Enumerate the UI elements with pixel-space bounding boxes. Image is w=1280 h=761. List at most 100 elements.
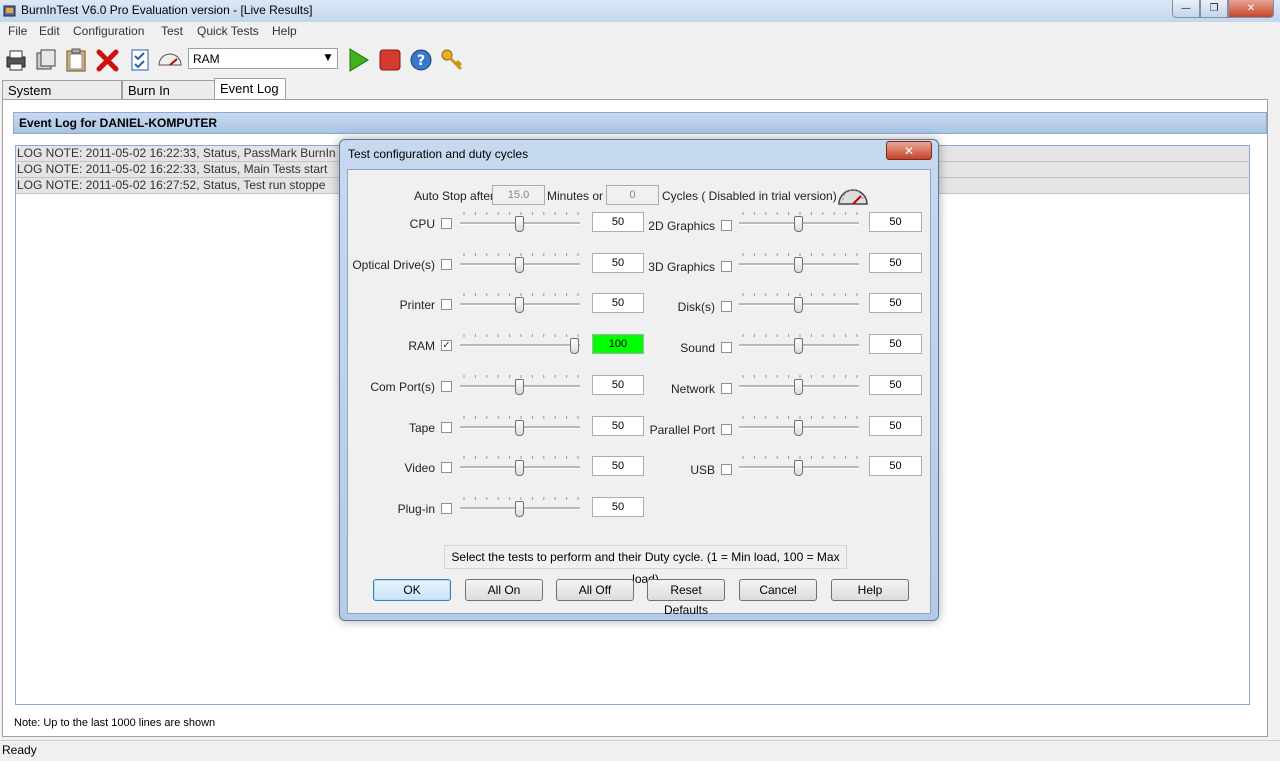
checkbox-optical-drive-s[interactable] bbox=[441, 259, 452, 270]
slider-thumb[interactable] bbox=[794, 216, 803, 232]
ok-button[interactable]: OK bbox=[373, 579, 451, 601]
status-bar: Ready bbox=[0, 740, 1280, 761]
slider-thumb[interactable] bbox=[515, 257, 524, 273]
duty-input-com-port-s[interactable]: 50 bbox=[592, 375, 644, 395]
slider-thumb[interactable] bbox=[570, 338, 579, 354]
slider-thumb[interactable] bbox=[515, 297, 524, 313]
duty-slider-disk-s[interactable] bbox=[739, 293, 861, 315]
menu-test[interactable]: Test bbox=[161, 24, 183, 38]
reset-defaults-button[interactable]: Reset Defaults bbox=[647, 579, 725, 617]
slider-thumb[interactable] bbox=[515, 216, 524, 232]
minimize-button[interactable]: — bbox=[1172, 0, 1200, 18]
menu-file[interactable]: File bbox=[8, 24, 27, 38]
menu-bar: File Edit Configuration Test Quick Tests… bbox=[0, 22, 1280, 41]
delete-x-icon[interactable] bbox=[95, 47, 121, 73]
checkbox-2d-graphics[interactable] bbox=[721, 220, 732, 231]
checkbox-sound[interactable] bbox=[721, 342, 732, 353]
duty-slider-com-port-s[interactable] bbox=[460, 375, 582, 397]
app-icon bbox=[3, 5, 16, 17]
duty-slider-printer[interactable] bbox=[460, 293, 582, 315]
test-label-com-port-s: Com Port(s) bbox=[370, 380, 435, 394]
checkbox-printer[interactable] bbox=[441, 299, 452, 310]
maximize-button[interactable]: ❐ bbox=[1200, 0, 1228, 18]
play-icon[interactable] bbox=[345, 47, 371, 73]
duty-input-plug-in[interactable]: 50 bbox=[592, 497, 644, 517]
duty-slider-2d-graphics[interactable] bbox=[739, 212, 861, 234]
copy-icon[interactable] bbox=[33, 47, 59, 73]
duty-slider-3d-graphics[interactable] bbox=[739, 253, 861, 275]
tab-event-log[interactable]: Event Log bbox=[214, 78, 286, 100]
duty-input-tape[interactable]: 50 bbox=[592, 416, 644, 436]
print-icon[interactable] bbox=[3, 47, 29, 73]
help-icon[interactable]: ? bbox=[408, 47, 434, 73]
checkbox-plug-in[interactable] bbox=[441, 503, 452, 514]
checkbox-video[interactable] bbox=[441, 462, 452, 473]
duty-slider-sound[interactable] bbox=[739, 334, 861, 356]
duty-slider-parallel-port[interactable] bbox=[739, 416, 861, 438]
checkbox-ram[interactable]: ✓ bbox=[441, 340, 452, 351]
duty-slider-tape[interactable] bbox=[460, 416, 582, 438]
menu-edit[interactable]: Edit bbox=[39, 24, 60, 38]
duty-slider-plug-in[interactable] bbox=[460, 497, 582, 519]
slider-thumb[interactable] bbox=[515, 501, 524, 517]
test-label-parallel-port: Parallel Port bbox=[649, 423, 715, 437]
duty-slider-usb[interactable] bbox=[739, 456, 861, 478]
test-label-network: Network bbox=[670, 382, 715, 396]
checkbox-cpu[interactable] bbox=[441, 218, 452, 229]
slider-thumb[interactable] bbox=[515, 460, 524, 476]
duty-input-3d-graphics[interactable]: 50 bbox=[869, 253, 922, 273]
duty-input-disk-s[interactable]: 50 bbox=[869, 293, 922, 313]
checkbox-parallel-port[interactable] bbox=[721, 424, 732, 435]
duty-input-network[interactable]: 50 bbox=[869, 375, 922, 395]
clipboard-icon[interactable] bbox=[63, 47, 89, 73]
dialog-close-button[interactable]: ✕ bbox=[886, 141, 932, 160]
minutes-input[interactable]: 15.0 bbox=[492, 185, 545, 205]
slider-thumb[interactable] bbox=[794, 420, 803, 436]
slider-thumb[interactable] bbox=[794, 297, 803, 313]
duty-input-sound[interactable]: 50 bbox=[869, 334, 922, 354]
all-on-button[interactable]: All On bbox=[465, 579, 543, 601]
duty-input-cpu[interactable]: 50 bbox=[592, 212, 644, 232]
key-icon[interactable] bbox=[439, 47, 465, 73]
tab-burn-in-results[interactable]: Burn In Results bbox=[122, 80, 216, 113]
duty-slider-network[interactable] bbox=[739, 375, 861, 397]
duty-input-parallel-port[interactable]: 50 bbox=[869, 416, 922, 436]
duty-input-2d-graphics[interactable]: 50 bbox=[869, 212, 922, 232]
slider-thumb[interactable] bbox=[794, 379, 803, 395]
duty-input-video[interactable]: 50 bbox=[592, 456, 644, 476]
menu-quick-tests[interactable]: Quick Tests bbox=[197, 24, 259, 38]
checkbox-3d-graphics[interactable] bbox=[721, 261, 732, 272]
help-button[interactable]: Help bbox=[831, 579, 909, 601]
slider-thumb[interactable] bbox=[515, 420, 524, 436]
stop-icon[interactable] bbox=[377, 47, 403, 73]
slider-thumb[interactable] bbox=[794, 460, 803, 476]
gauge-icon[interactable] bbox=[157, 47, 183, 73]
checkbox-tape[interactable] bbox=[441, 422, 452, 433]
duty-slider-optical-drive-s[interactable] bbox=[460, 253, 582, 275]
slider-thumb[interactable] bbox=[515, 379, 524, 395]
slider-thumb[interactable] bbox=[794, 338, 803, 354]
test-select-combo[interactable]: RAM ▼ bbox=[188, 48, 338, 69]
checkbox-network[interactable] bbox=[721, 383, 732, 394]
all-off-button[interactable]: All Off bbox=[556, 579, 634, 601]
close-button[interactable]: ✕ bbox=[1228, 0, 1274, 18]
menu-help[interactable]: Help bbox=[272, 24, 297, 38]
checkbox-usb[interactable] bbox=[721, 464, 732, 475]
checkbox-com-port-s[interactable] bbox=[441, 381, 452, 392]
duty-input-ram[interactable]: 100 bbox=[592, 334, 644, 354]
duty-slider-ram[interactable] bbox=[460, 334, 582, 356]
duty-slider-video[interactable] bbox=[460, 456, 582, 478]
duty-input-usb[interactable]: 50 bbox=[869, 456, 922, 476]
slider-thumb[interactable] bbox=[794, 257, 803, 273]
checklist-icon[interactable] bbox=[127, 47, 153, 73]
duty-slider-cpu[interactable] bbox=[460, 212, 582, 234]
duty-input-printer[interactable]: 50 bbox=[592, 293, 644, 313]
tab-system-information[interactable]: System Information bbox=[2, 80, 122, 113]
checkbox-disk-s[interactable] bbox=[721, 301, 732, 312]
duty-input-optical-drive-s[interactable]: 50 bbox=[592, 253, 644, 273]
minutes-label: Minutes or bbox=[547, 189, 604, 203]
chevron-down-icon[interactable]: ▼ bbox=[321, 50, 335, 67]
menu-configuration[interactable]: Configuration bbox=[73, 24, 144, 38]
cycles-input[interactable]: 0 bbox=[606, 185, 659, 205]
cancel-button[interactable]: Cancel bbox=[739, 579, 817, 601]
